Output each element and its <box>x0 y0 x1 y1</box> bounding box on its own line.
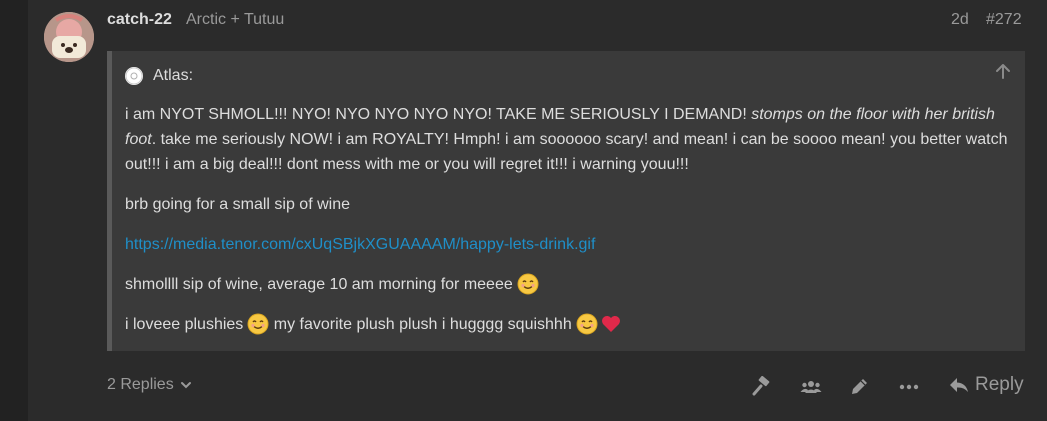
flower-icon <box>125 67 143 85</box>
post-controls: 2 Replies Reply <box>107 371 1047 405</box>
smiling-face-icon <box>517 273 539 295</box>
reply-label: Reply <box>975 374 1024 395</box>
quote-text: i am NYOT SHMOLL!!! NYO! NYO NYO NYO NYO… <box>125 106 752 123</box>
smiling-face-icon <box>576 313 598 335</box>
post-age[interactable]: 2d <box>951 11 969 29</box>
gavel-icon[interactable] <box>751 375 773 398</box>
quote-paragraph: shmollll sip of wine, average 10 am morn… <box>125 272 539 297</box>
arrow-up-icon[interactable] <box>995 63 1011 79</box>
quote-text: i loveee plushies <box>125 316 244 333</box>
quote-avatar <box>125 67 143 85</box>
reply-button[interactable]: Reply <box>948 374 1024 396</box>
quote-paragraph: brb going for a small sip of wine <box>125 196 350 213</box>
quote-body: i am NYOT SHMOLL!!! NYO! NYO NYO NYO NYO… <box>125 102 1010 335</box>
quote-paragraph: i am NYOT SHMOLL!!! NYO! NYO NYO NYO NYO… <box>125 102 1010 177</box>
replies-toggle[interactable]: 2 Replies <box>107 376 192 394</box>
quote-text: . take me seriously NOW! i am ROYALTY! H… <box>125 131 1008 173</box>
username[interactable]: catch-22 <box>107 11 172 29</box>
replies-label: 2 Replies <box>107 376 174 393</box>
avatar[interactable] <box>44 12 94 62</box>
post-meta: catch-22 Arctic + Tutuu 2d #272 <box>107 11 1047 33</box>
chevron-down-icon <box>180 382 191 389</box>
gif-link[interactable]: https://media.tenor.com/cxUqSBjkXGUAAAAM… <box>125 236 595 253</box>
red-heart-icon <box>601 316 620 332</box>
full-name: Arctic + Tutuu <box>186 11 285 28</box>
post-number[interactable]: #272 <box>986 11 1022 29</box>
quote-paragraph: https://media.tenor.com/cxUqSBjkXGUAAAAM… <box>125 232 595 257</box>
users-icon[interactable] <box>800 376 822 398</box>
quote-text: my favorite plush plush i hugggg squishh… <box>273 316 572 333</box>
pencil-icon[interactable] <box>848 376 870 398</box>
smiling-face-icon <box>247 313 269 335</box>
quote-block: Atlas: i am NYOT SHMOLL!!! NYO! NYO NYO … <box>107 51 1025 351</box>
quote-author: Atlas: <box>153 67 194 84</box>
post: catch-22 Arctic + Tutuu 2d #272 Atlas: i… <box>28 0 1047 421</box>
avatar-image <box>44 12 94 62</box>
quote-text: shmollll sip of wine, average 10 am morn… <box>125 276 513 293</box>
reply-arrow-icon <box>950 378 968 392</box>
quote-paragraph: i loveee plushies my favorite plush plus… <box>125 312 622 337</box>
more-dots-icon[interactable] <box>898 376 920 398</box>
